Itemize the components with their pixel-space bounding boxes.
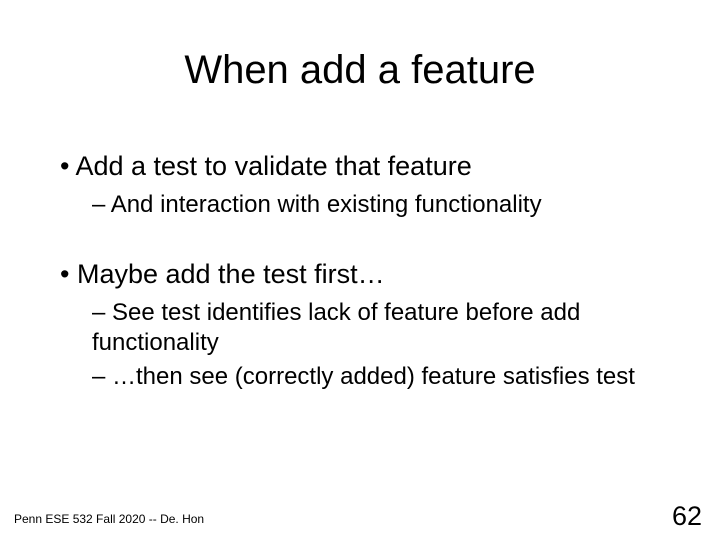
- spacer: [60, 224, 660, 258]
- slide-title: When add a feature: [0, 48, 720, 93]
- slide-body: Add a test to validate that feature And …: [60, 150, 660, 396]
- bullet-level2: See test identifies lack of feature befo…: [92, 298, 660, 358]
- bullet-level1: Add a test to validate that feature: [60, 150, 660, 184]
- bullet-level2: And interaction with existing functional…: [92, 190, 660, 220]
- bullet-level2: …then see (correctly added) feature sati…: [92, 362, 660, 392]
- bullet-level1: Maybe add the test first…: [60, 258, 660, 292]
- page-number: 62: [672, 501, 702, 532]
- slide: When add a feature Add a test to validat…: [0, 0, 720, 540]
- footer-text: Penn ESE 532 Fall 2020 -- De. Hon: [14, 512, 204, 526]
